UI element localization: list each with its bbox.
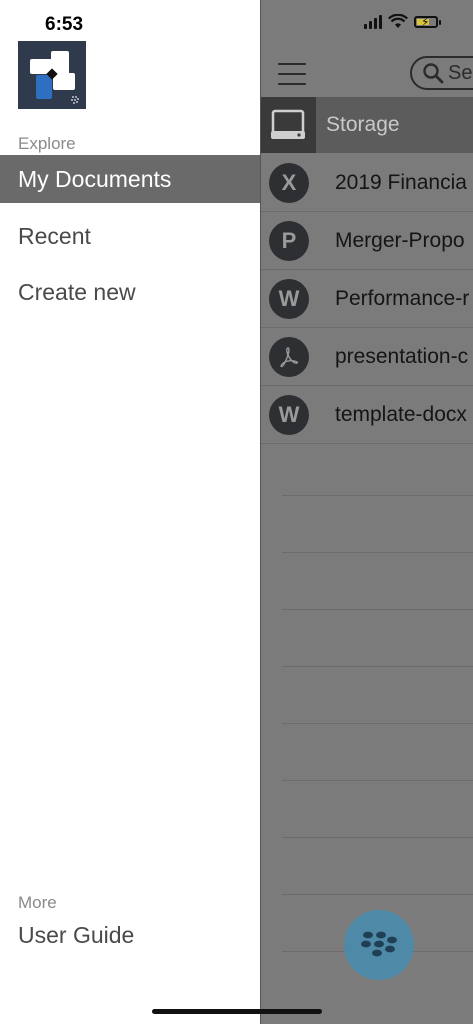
status-time: 6:53: [45, 14, 84, 35]
storage-header[interactable]: Storage: [260, 97, 473, 153]
nav-item-user-guide[interactable]: User Guide: [0, 911, 260, 959]
list-divider: [282, 666, 473, 667]
file-row[interactable]: W template-docx: [260, 386, 473, 444]
list-divider: [282, 495, 473, 496]
battery-charging-icon: ⚡: [414, 15, 441, 29]
top-toolbar: Se: [260, 56, 473, 96]
word-icon: W: [269, 394, 309, 435]
list-divider: [282, 894, 473, 895]
storage-device-icon: [271, 109, 305, 139]
file-name: presentation-c: [335, 344, 469, 368]
docs-app-logo-icon: [30, 51, 79, 104]
app-logo: [18, 41, 86, 109]
search-field[interactable]: Se: [410, 56, 473, 90]
nav-item-label: My Documents: [18, 165, 172, 192]
documents-screen-dimmed: ⚡ Se Storage X 2019 Financia P Merger-Pr…: [260, 0, 473, 1024]
status-indicators: ⚡: [364, 14, 441, 29]
acrobat-glyph-icon: [280, 346, 299, 367]
list-divider: [282, 837, 473, 838]
file-row[interactable]: W Performance-r: [260, 270, 473, 328]
navigation-drawer: 6:53 Explore My Documents Recent Create …: [0, 0, 261, 1024]
hamburger-menu-icon[interactable]: [278, 63, 306, 85]
file-name: Performance-r: [335, 286, 470, 310]
file-list: X 2019 Financia P Merger-Propo W Perform…: [260, 154, 473, 444]
word-icon: W: [269, 278, 309, 319]
powerpoint-icon: P: [269, 220, 309, 261]
excel-icon: X: [269, 162, 309, 203]
nav-item-label: User Guide: [18, 921, 135, 948]
search-placeholder: Se: [448, 61, 473, 84]
list-divider: [282, 552, 473, 553]
blackberry-action-button[interactable]: [344, 910, 414, 980]
file-name: template-docx: [335, 402, 467, 426]
file-row[interactable]: X 2019 Financia: [260, 154, 473, 212]
file-row[interactable]: P Merger-Propo: [260, 212, 473, 270]
search-icon: [423, 63, 444, 84]
file-row[interactable]: presentation-c: [260, 328, 473, 386]
list-divider: [282, 780, 473, 781]
home-indicator[interactable]: [152, 1009, 322, 1014]
file-name: 2019 Financia: [335, 170, 467, 194]
explore-section-label: Explore: [18, 134, 76, 153]
nav-item-create-new[interactable]: Create new: [0, 268, 260, 316]
list-divider: [282, 723, 473, 724]
wifi-icon: [388, 14, 408, 28]
blackberry-logo-icon: [361, 931, 397, 957]
pdf-icon: [269, 336, 309, 377]
storage-label: Storage: [326, 113, 400, 136]
cellular-signal-icon: [364, 14, 382, 29]
list-divider: [282, 609, 473, 610]
nav-item-my-documents[interactable]: My Documents: [0, 155, 260, 203]
nav-item-label: Create new: [18, 278, 136, 305]
file-name: Merger-Propo: [335, 228, 465, 252]
storage-icon-container: [260, 97, 316, 153]
nav-item-recent[interactable]: Recent: [0, 212, 260, 260]
nav-item-label: Recent: [18, 222, 91, 249]
more-section-label: More: [18, 893, 57, 912]
